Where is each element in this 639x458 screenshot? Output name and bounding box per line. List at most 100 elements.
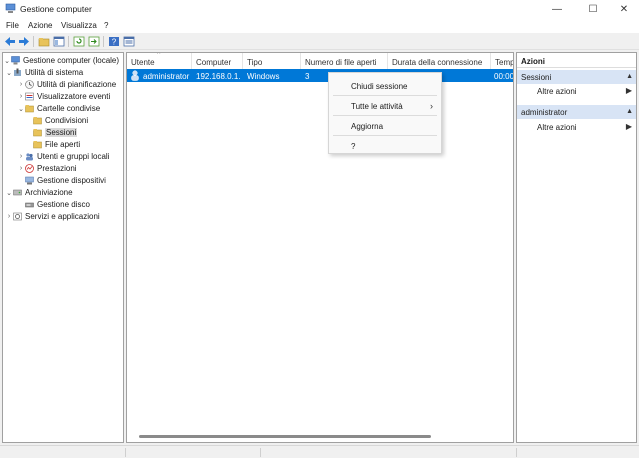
tree-item-disk-management[interactable]: Gestione disco: [25, 199, 90, 210]
actions-pane: Azioni Sessioni ▲ Altre azioni ▶ adminis…: [516, 52, 637, 443]
tree-item-open-files[interactable]: File aperti: [33, 139, 80, 150]
clock-icon: [25, 80, 34, 89]
chevron-right-icon: ▶: [625, 122, 632, 131]
tree-label: Utilità di pianificazione: [37, 80, 117, 89]
context-menu: Chiudi sessione Tutte le attività › Aggi…: [328, 72, 442, 154]
action-label: Altre azioni: [537, 123, 577, 132]
minimize-button[interactable]: —: [539, 0, 575, 18]
menu-azione[interactable]: Azione: [28, 21, 52, 30]
tree-item-device-manager[interactable]: Gestione dispositivi: [25, 175, 106, 186]
column-header-computer[interactable]: Computer: [192, 53, 243, 69]
chevron-down-icon[interactable]: ⌄: [5, 189, 13, 197]
action-more-actions[interactable]: Altre azioni ▶: [517, 86, 636, 98]
section-label: administrator: [521, 108, 568, 117]
tree-item-storage[interactable]: ⌄ Archiviazione: [5, 187, 73, 198]
close-icon: ✕: [619, 3, 629, 15]
properties-icon[interactable]: [123, 36, 135, 47]
collapse-icon[interactable]: ▲: [626, 108, 633, 115]
shared-folder-icon: [25, 105, 34, 113]
status-divider: [516, 448, 517, 457]
help-icon[interactable]: ?: [108, 36, 120, 47]
tree-item-shared-folders[interactable]: ⌄ Cartelle condivise: [17, 103, 100, 114]
refresh-icon[interactable]: [73, 36, 85, 47]
column-header-idle-time[interactable]: Temp: [491, 53, 514, 69]
menu-refresh[interactable]: Aggiorna: [351, 122, 383, 131]
menu-file[interactable]: File: [6, 21, 19, 30]
chevron-down-icon[interactable]: ⌄: [17, 105, 25, 113]
column-header-user[interactable]: Utente ^: [127, 53, 192, 69]
section-label: Sessioni: [521, 73, 552, 82]
column-header-connection-time[interactable]: Durata della connessione: [388, 53, 491, 69]
collapse-icon[interactable]: ▲: [626, 73, 633, 80]
toolbar-separator: [33, 36, 34, 47]
close-button[interactable]: ✕: [606, 0, 639, 18]
chevron-down-icon[interactable]: ⌄: [5, 69, 13, 77]
shared-folder-icon: [33, 117, 42, 125]
tree-label: Gestione dispositivi: [37, 176, 106, 185]
tree-item-computer-management[interactable]: ⌄ Gestione computer (locale): [3, 55, 119, 66]
tree-item-shares[interactable]: Condivisioni: [33, 115, 88, 126]
cell-user: administrator: [143, 72, 190, 81]
toolbar-separator: [103, 36, 104, 47]
tree-item-services-apps[interactable]: › Servizi e applicazioni: [5, 211, 100, 222]
column-header-type[interactable]: Tipo: [243, 53, 301, 69]
menu-bar: File Azione Visualizza ?: [0, 18, 639, 33]
title-bar: Gestione computer — ☐ ✕: [0, 0, 639, 18]
chevron-right-icon[interactable]: ›: [17, 165, 25, 172]
tree-label: Utilità di sistema: [25, 68, 84, 77]
window-title: Gestione computer: [20, 4, 92, 14]
chevron-down-icon[interactable]: ⌄: [3, 57, 11, 65]
menu-separator: [333, 95, 437, 96]
action-more-actions[interactable]: Altre azioni ▶: [517, 122, 636, 134]
device-manager-icon: [25, 176, 34, 185]
tree-label: Gestione disco: [37, 200, 90, 209]
services-icon: [13, 212, 22, 221]
performance-icon: [25, 164, 34, 173]
cell-computer: 192.168.0.1...: [196, 72, 241, 81]
up-folder-icon[interactable]: [38, 36, 50, 47]
action-label: Altre azioni: [537, 87, 577, 96]
minimize-icon: —: [552, 3, 562, 15]
chevron-right-icon[interactable]: ›: [17, 153, 25, 160]
tree-item-event-viewer[interactable]: › Visualizzatore eventi: [17, 91, 110, 102]
tree-label: Gestione computer (locale): [23, 56, 120, 65]
menu-help[interactable]: ?: [351, 142, 355, 151]
computer-management-icon: [5, 3, 16, 13]
svg-text:?: ?: [112, 38, 117, 47]
tree-label: Archiviazione: [25, 188, 73, 197]
forward-arrow-icon[interactable]: [18, 36, 30, 47]
chevron-right-icon[interactable]: ›: [17, 81, 25, 88]
tree-item-local-users-groups[interactable]: › Utenti e gruppi locali: [17, 151, 110, 162]
action-section-sessions[interactable]: Sessioni ▲: [517, 70, 636, 84]
chevron-right-icon: ›: [430, 101, 433, 111]
tree-label: Sessioni: [45, 128, 78, 137]
menu-visualizza[interactable]: Visualizza: [61, 21, 97, 30]
event-viewer-icon: [25, 92, 34, 101]
cell-type: Windows: [247, 72, 280, 81]
chevron-right-icon[interactable]: ›: [5, 213, 13, 220]
column-header-open-files[interactable]: Numero di file aperti: [301, 53, 388, 69]
horizontal-scrollbar[interactable]: [139, 435, 431, 438]
actions-title: Azioni: [517, 53, 636, 68]
column-header-label: Utente: [131, 58, 155, 67]
menu-separator: [333, 135, 437, 136]
tree-item-performance[interactable]: › Prestazioni: [17, 163, 77, 174]
show-hide-tree-icon[interactable]: [53, 36, 65, 47]
tree-label: Servizi e applicazioni: [25, 212, 100, 221]
user-icon: [131, 70, 139, 81]
tree-item-system-tools[interactable]: ⌄ Utilità di sistema: [5, 67, 83, 78]
action-section-administrator[interactable]: administrator ▲: [517, 105, 636, 119]
chevron-right-icon[interactable]: ›: [17, 93, 25, 100]
column-header-label: Computer: [196, 58, 232, 67]
tree-item-task-scheduler[interactable]: › Utilità di pianificazione: [17, 79, 116, 90]
back-arrow-icon[interactable]: [4, 36, 16, 47]
menu-close-session[interactable]: Chiudi sessione: [351, 82, 407, 91]
tree-item-sessions[interactable]: Sessioni: [33, 127, 78, 138]
menu-help[interactable]: ?: [104, 21, 108, 30]
storage-icon: [13, 189, 22, 196]
menu-all-tasks[interactable]: Tutte le attività: [351, 102, 403, 111]
tools-icon: [14, 68, 21, 76]
column-header-label: Temp: [495, 58, 514, 67]
export-list-icon[interactable]: [88, 36, 100, 47]
status-divider: [260, 448, 261, 457]
